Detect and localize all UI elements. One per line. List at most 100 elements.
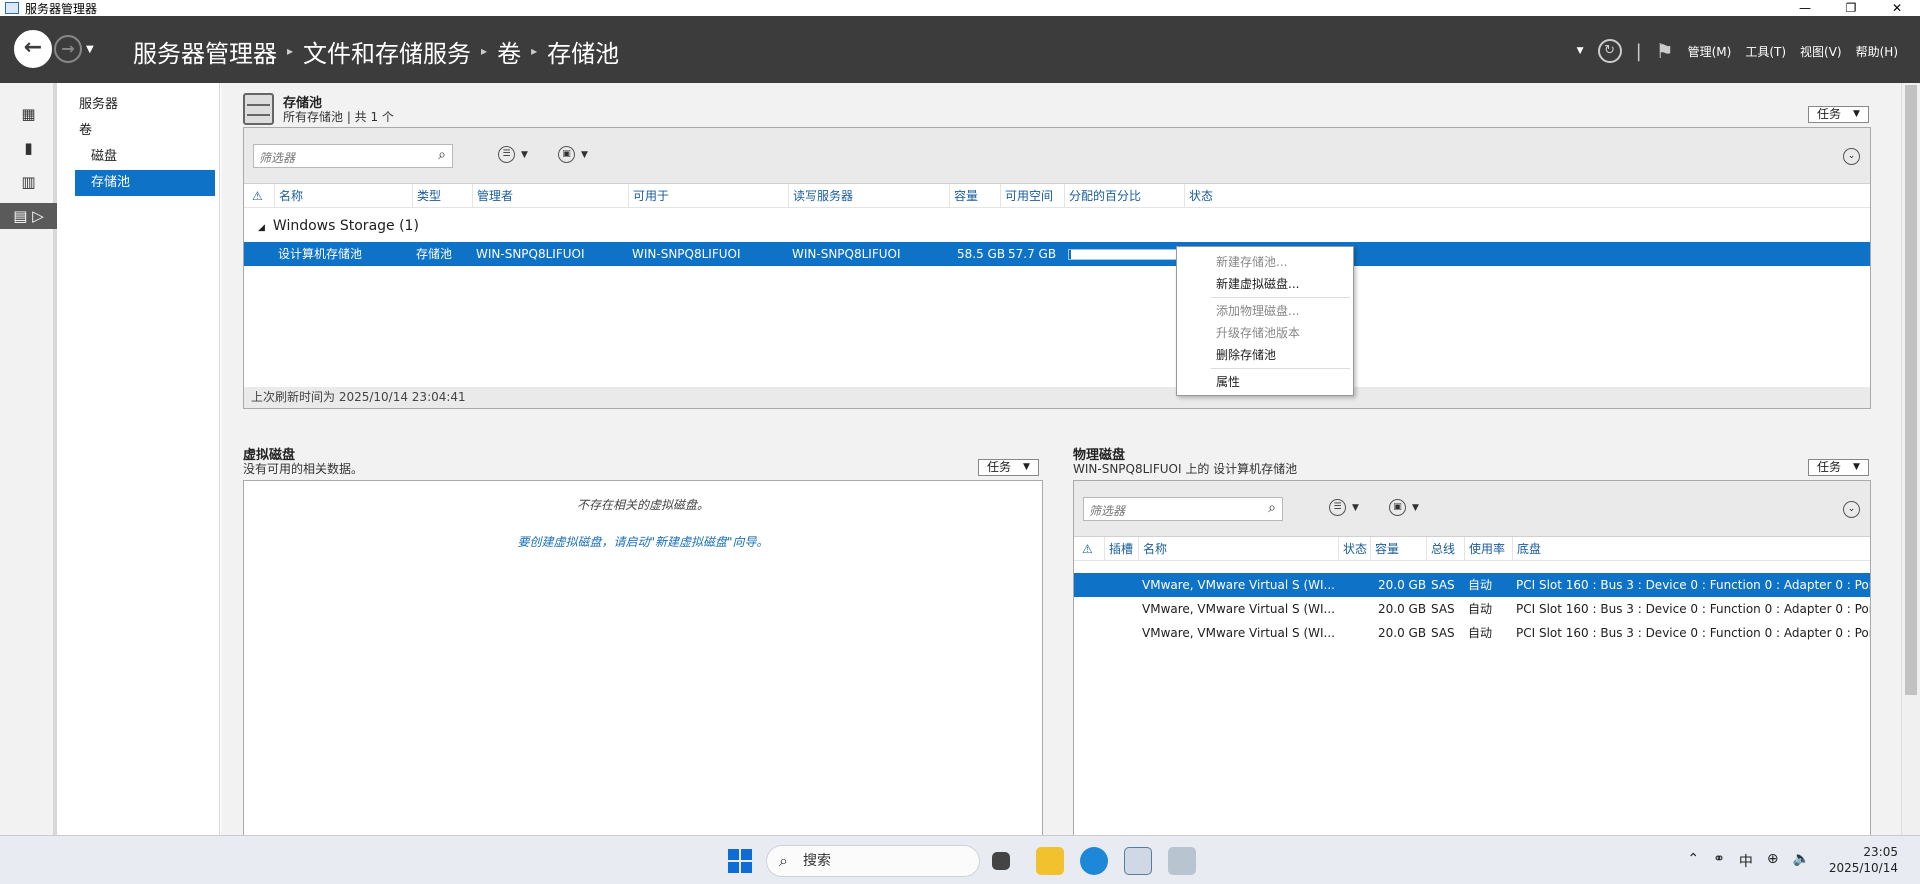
pool-rw-server: WIN-SNPQ8LIFUOI	[792, 247, 901, 261]
collapse-triangle-icon: ◢	[258, 223, 265, 233]
restore-button[interactable]: ❐	[1828, 0, 1874, 16]
table-row[interactable]: VMware, VMware Virtual S (WI... 20.0 GB …	[1074, 573, 1870, 597]
server-manager-taskbar-icon[interactable]	[1124, 847, 1152, 875]
new-virtual-disk-wizard-link[interactable]: 要创建虚拟磁盘，请启动"新建虚拟磁盘"向导。	[244, 533, 1042, 550]
save-query-button[interactable]: ▣ ▼	[558, 146, 588, 163]
col-free-space[interactable]: 可用空间	[1000, 183, 1053, 208]
col-status[interactable]: 状态	[1338, 536, 1367, 561]
show-hidden-icons-chevron-icon[interactable]: ⌃	[1687, 851, 1699, 871]
menu-item-new-virtual-disk[interactable]: 新建虚拟磁盘...	[1177, 273, 1353, 295]
ime-indicator[interactable]: 中	[1739, 851, 1753, 871]
breadcrumb-item[interactable]: 服务器管理器	[133, 34, 277, 69]
network-app-icon[interactable]	[1168, 847, 1196, 875]
virtual-disks-empty-message: 不存在相关的虚拟磁盘。	[576, 498, 709, 512]
pool-name: 设计算机存储池	[278, 247, 363, 261]
nav-item-servers[interactable]: 服务器	[61, 92, 219, 118]
table-row[interactable]: 设计算机存储池 存储池 WIN-SNPQ8LIFUOI WIN-SNPQ8LIF…	[244, 242, 1870, 266]
warning-column-icon[interactable]: ⚠	[1078, 537, 1093, 561]
group-header[interactable]: ◢ Windows Storage (1)	[258, 218, 419, 234]
menu-item-upgrade-pool-version: 升级存储池版本	[1216, 326, 1301, 340]
virtual-disks-tasks-button[interactable]: 任务 ▼	[978, 459, 1039, 476]
disk-chassis: PCI Slot 160 : Bus 3 : Device 0 : Functi…	[1516, 626, 1870, 640]
breadcrumb-item[interactable]: 卷	[497, 34, 521, 69]
refresh-icon[interactable]: ↻	[1597, 39, 1622, 63]
search-icon[interactable]: ⌕	[1268, 500, 1276, 516]
disk-chassis: PCI Slot 160 : Bus 3 : Device 0 : Functi…	[1516, 578, 1870, 592]
notifications-flag-icon[interactable]: ⚑	[1656, 39, 1674, 63]
table-row[interactable]: VMware, VMware Virtual S (WI... 20.0 GB …	[1074, 597, 1870, 621]
system-clock[interactable]: 23:05 2025/10/14	[1829, 844, 1898, 876]
scrollbar-thumb[interactable]	[1905, 85, 1917, 695]
edge-browser-icon[interactable]	[1080, 847, 1108, 875]
breadcrumb-dropdown-icon[interactable]: ▼	[1577, 46, 1584, 56]
forward-button[interactable]: →	[54, 35, 82, 63]
col-managed-by[interactable]: 管理者	[472, 183, 513, 208]
file-storage-services-icon[interactable]: ▤ ▷	[0, 203, 57, 229]
menu-help[interactable]: 帮助(H)	[1856, 43, 1898, 60]
menu-item-add-physical-disk: 添加物理磁盘...	[1216, 304, 1300, 318]
network-icon[interactable]: ⚭	[1713, 851, 1725, 871]
taskbar-search-box[interactable]: ⌕ 搜索	[766, 845, 980, 877]
nav-item-volumes[interactable]: 卷	[61, 118, 219, 144]
col-usage[interactable]: 使用率	[1464, 536, 1505, 561]
menu-manage[interactable]: 管理(M)	[1688, 43, 1732, 60]
dashboard-icon[interactable]: ▦	[0, 101, 57, 127]
col-percent-allocated[interactable]: 分配的百分比	[1064, 183, 1141, 208]
warning-column-icon[interactable]: ⚠	[248, 184, 263, 208]
breadcrumb-item[interactable]: 文件和存储服务	[303, 34, 471, 69]
chevron-down-icon: ▼	[1412, 502, 1419, 513]
col-slot[interactable]: 插槽	[1104, 536, 1133, 561]
volume-icon[interactable]: 🔈	[1793, 851, 1810, 871]
physical-disks-tasks-button[interactable]: 任务 ▼	[1808, 459, 1869, 476]
collapse-expand-icon[interactable]: ⌄	[1843, 501, 1860, 518]
col-rw-server[interactable]: 读写服务器	[788, 183, 853, 208]
menu-view[interactable]: 视图(V)	[1800, 43, 1842, 60]
col-chassis[interactable]: 底盘	[1512, 536, 1541, 561]
pools-tasks-button[interactable]: 任务 ▼	[1808, 106, 1869, 123]
list-options-button[interactable]: ☰ ▼	[1329, 499, 1359, 516]
local-server-icon[interactable]: ▮	[0, 135, 57, 161]
pool-type: 存储池	[416, 247, 453, 261]
menu-tools[interactable]: 工具(T)	[1745, 43, 1786, 60]
menu-item-properties[interactable]: 属性	[1177, 371, 1353, 393]
file-explorer-icon[interactable]	[1036, 847, 1064, 875]
back-button[interactable]: ←	[14, 30, 52, 68]
tasks-label: 任务	[1817, 107, 1842, 121]
pools-panel: 筛选器 ⌕ ☰ ▼ ▣ ▼ ⌄ ⚠ 名称 类型 管理者 可用于 读写服务器 容量 可…	[243, 127, 1871, 409]
language-globe-icon[interactable]: ⊕	[1767, 851, 1779, 871]
start-button-icon[interactable]	[728, 849, 752, 873]
list-options-button[interactable]: ☰ ▼	[498, 146, 528, 163]
table-row[interactable]: VMware, VMware Virtual S (WI... 20.0 GB …	[1074, 621, 1870, 645]
menu-item-delete-storage-pool[interactable]: 删除存储池	[1177, 344, 1353, 366]
col-name[interactable]: 名称	[274, 183, 303, 208]
col-capacity[interactable]: 容量	[1370, 536, 1399, 561]
window-title: 服务器管理器	[25, 1, 98, 16]
collapse-expand-icon[interactable]: ⌄	[1843, 148, 1860, 165]
col-available-to[interactable]: 可用于	[628, 183, 669, 208]
group-label: Windows Storage (1)	[272, 218, 419, 234]
vertical-scrollbar[interactable]	[1901, 83, 1920, 835]
col-type[interactable]: 类型	[412, 183, 441, 208]
col-name[interactable]: 名称	[1138, 536, 1167, 561]
physical-disks-filter-input[interactable]: 筛选器 ⌕	[1083, 497, 1283, 521]
close-button[interactable]: ✕	[1874, 0, 1920, 16]
search-icon[interactable]: ⌕	[438, 147, 446, 163]
col-capacity[interactable]: 容量	[949, 183, 978, 208]
breadcrumb-item[interactable]: 存储池	[547, 34, 619, 69]
disk-usage: 自动	[1468, 602, 1493, 616]
task-view-icon[interactable]	[992, 852, 1010, 870]
save-icon: ▣	[558, 146, 575, 163]
pools-filter-input[interactable]: 筛选器 ⌕	[253, 144, 453, 168]
history-dropdown-icon[interactable]: ▼	[86, 44, 94, 55]
col-status[interactable]: 状态	[1184, 183, 1213, 208]
minimize-button[interactable]: —	[1782, 0, 1828, 16]
back-arrow-icon: ←	[23, 35, 43, 60]
filter-placeholder: 筛选器	[259, 151, 296, 165]
chevron-down-icon: ▼	[581, 149, 588, 160]
pool-available-to: WIN-SNPQ8LIFUOI	[632, 247, 741, 261]
col-bus[interactable]: 总线	[1426, 536, 1455, 561]
nav-item-storage-pools[interactable]: 存储池	[75, 170, 215, 196]
save-query-button[interactable]: ▣ ▼	[1389, 499, 1419, 516]
nav-item-disks[interactable]: 磁盘	[61, 144, 219, 170]
all-servers-icon[interactable]: ▥	[0, 169, 57, 195]
